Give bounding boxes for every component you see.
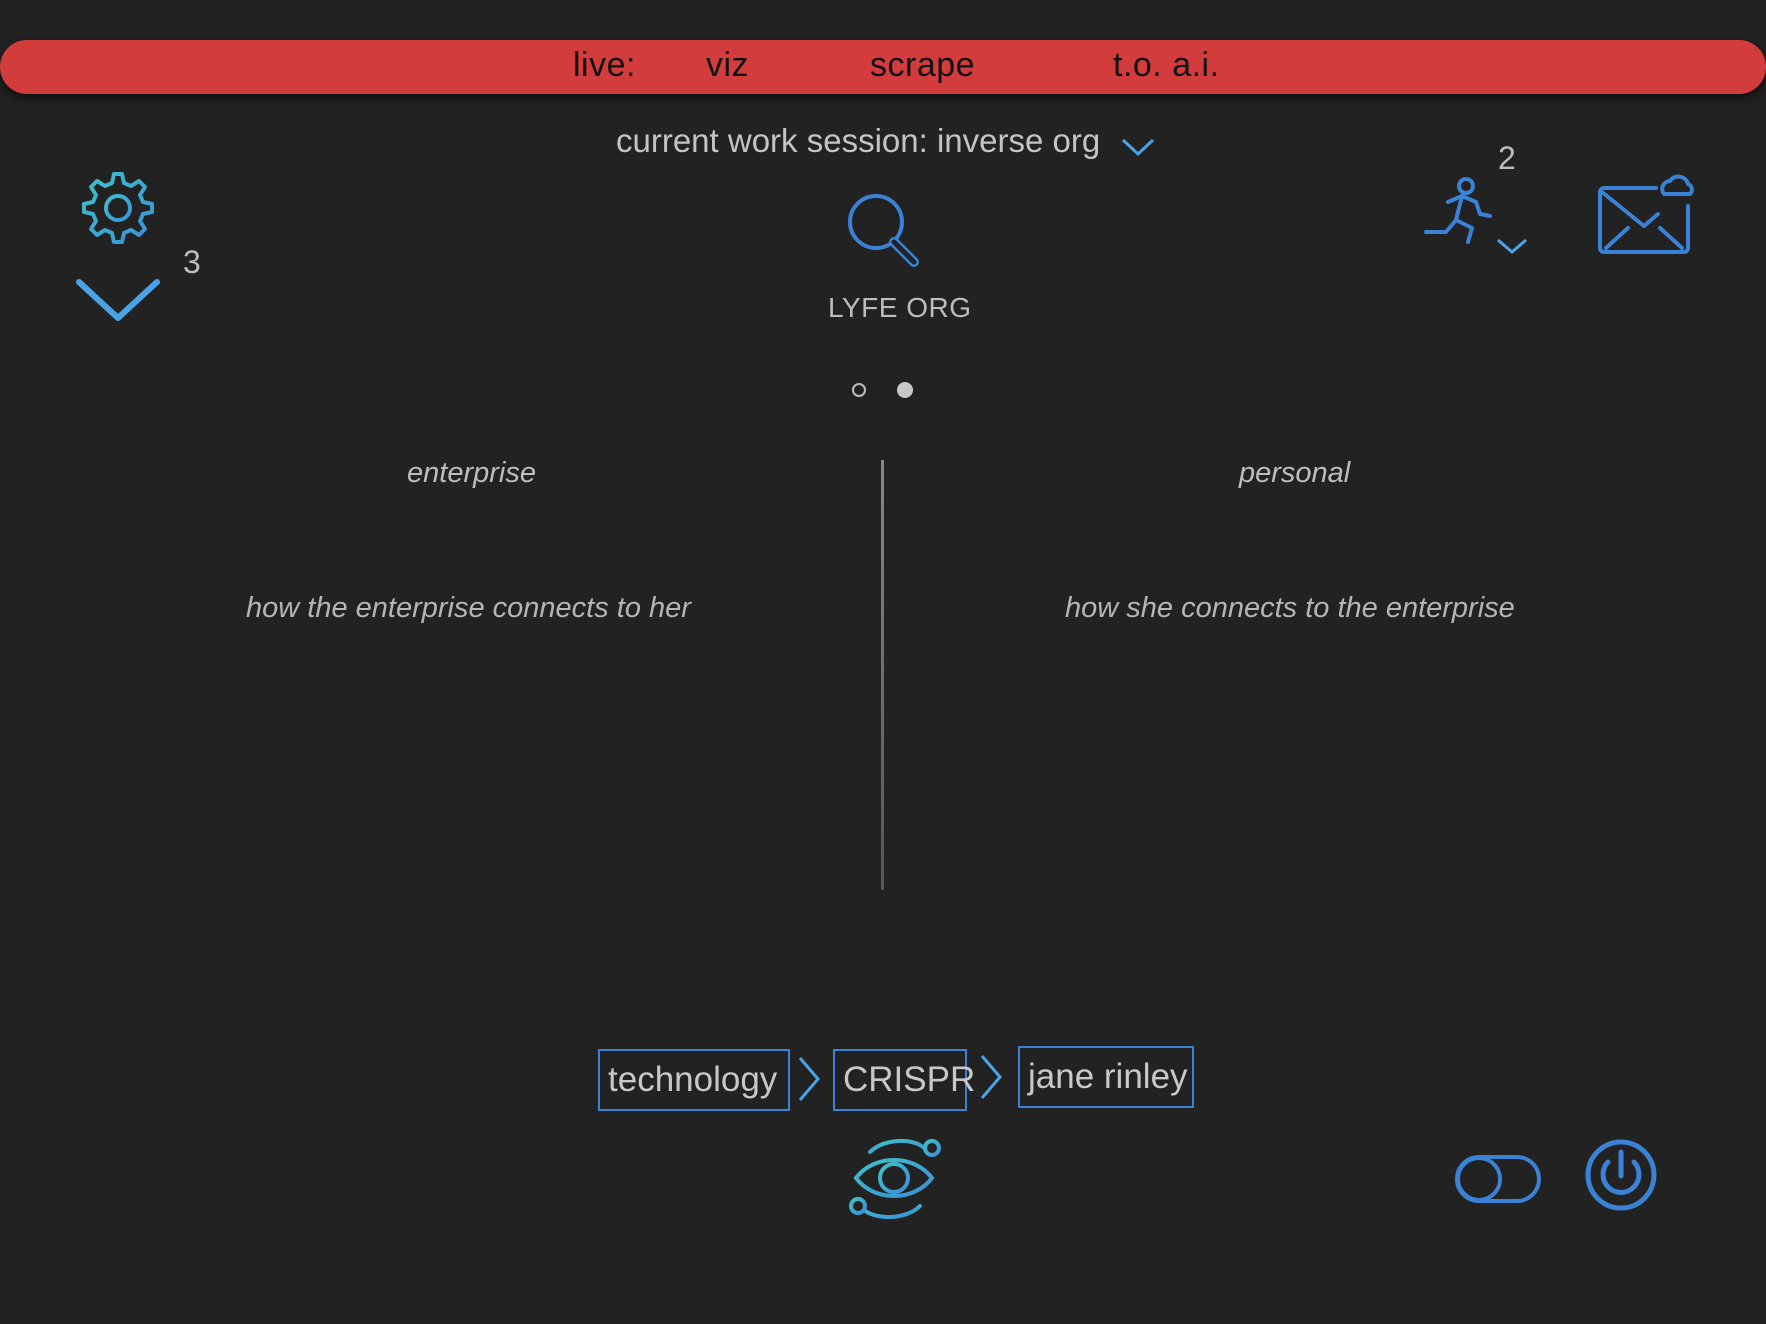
collapse-count: 3 — [183, 244, 201, 280]
page-dot-2-active[interactable] — [897, 382, 913, 398]
tab-viz[interactable]: viz — [706, 46, 749, 85]
chevron-right-icon — [980, 1055, 1002, 1099]
tab-toai[interactable]: t.o. a.i. — [1113, 46, 1220, 85]
enterprise-heading: enterprise — [407, 457, 536, 489]
live-label: live: — [573, 46, 636, 84]
personal-heading: personal — [1239, 457, 1351, 489]
tab-scrape[interactable]: scrape — [870, 46, 975, 85]
chevron-right-icon — [798, 1057, 820, 1101]
gear-icon[interactable] — [80, 170, 156, 246]
breadcrumb-item-crispr[interactable]: CRISPR — [833, 1049, 975, 1111]
toggle-icon[interactable] — [1454, 1154, 1542, 1206]
running-person-icon[interactable] — [1418, 172, 1530, 262]
mail-cloud-icon[interactable] — [1598, 172, 1694, 256]
column-divider — [881, 460, 884, 890]
enterprise-description: how the enterprise connects to her — [246, 592, 691, 624]
eye-orbit-icon[interactable] — [844, 1130, 946, 1226]
power-icon[interactable] — [1584, 1138, 1658, 1212]
organization-name: LYFE ORG — [828, 292, 972, 323]
live-mode-bar: live: viz scrape t.o. a.i. — [0, 40, 1766, 94]
work-session-selector[interactable]: current work session: inverse org — [616, 122, 1100, 160]
personal-description: how she connects to the enterprise — [1065, 592, 1515, 624]
breadcrumb-item-jane-rinley[interactable]: jane rinley — [1018, 1046, 1194, 1108]
breadcrumb-item-technology[interactable]: technology — [598, 1049, 790, 1111]
page-dot-1[interactable] — [852, 383, 866, 397]
chevron-down-icon[interactable] — [74, 276, 164, 326]
session-chevron-down-icon[interactable] — [1120, 136, 1156, 158]
search-icon[interactable] — [844, 190, 924, 270]
work-session-label: current work session: inverse org — [616, 122, 1101, 159]
